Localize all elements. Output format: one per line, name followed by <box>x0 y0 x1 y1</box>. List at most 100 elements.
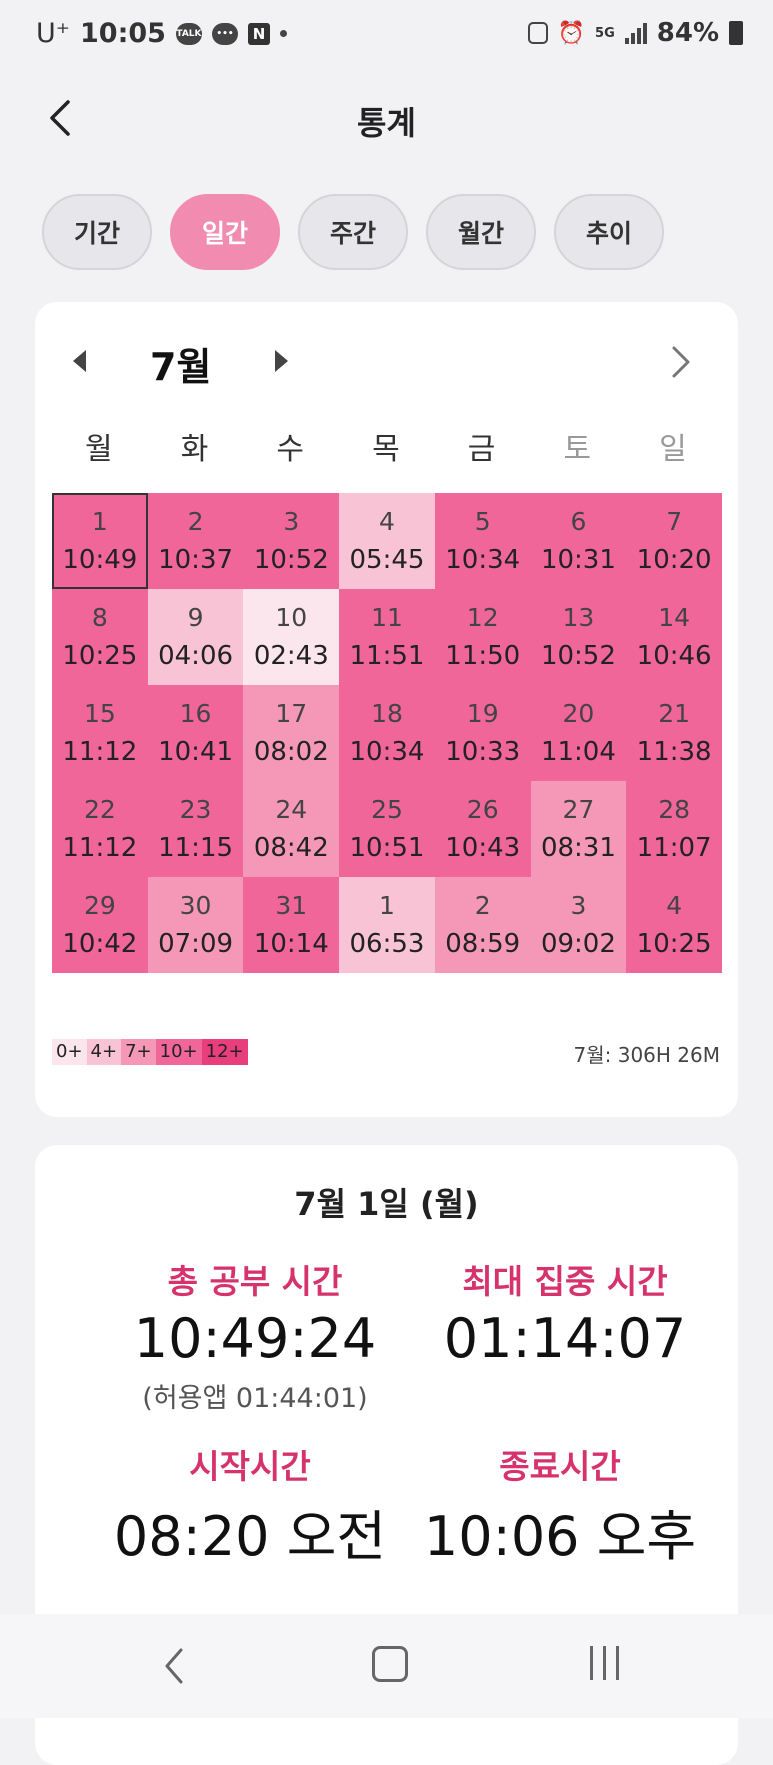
calendar-day-cell[interactable]: 1 10:49 <box>52 493 148 589</box>
day-study-time: 11:12 <box>62 737 138 767</box>
day-number: 24 <box>275 795 308 824</box>
calendar-day-cell[interactable]: 8 10:25 <box>52 589 148 685</box>
calendar-day-cell[interactable]: 20 11:04 <box>530 685 627 781</box>
end-time-label: 종료시간 <box>499 1447 621 1486</box>
calendar-day-cell[interactable]: 25 10:51 <box>339 781 435 877</box>
day-study-time: 10:42 <box>62 929 138 959</box>
weekday-sat: 토 <box>563 432 592 467</box>
calendar-day-cell[interactable]: 1 06:53 <box>339 877 435 973</box>
calendar-day-cell[interactable]: 4 10:25 <box>626 877 722 973</box>
tab-daily[interactable]: 일간 <box>170 194 280 270</box>
day-number: 25 <box>371 795 403 824</box>
start-time-value: 08:20 오전 <box>113 1505 387 1568</box>
day-number: 15 <box>83 699 116 728</box>
day-number: 14 <box>658 603 691 632</box>
calendar-day-cell[interactable]: 5 10:34 <box>434 493 531 589</box>
calendar-day-cell[interactable]: 7 10:20 <box>626 493 722 589</box>
day-study-time: 06:53 <box>349 929 425 959</box>
day-number: 7 <box>666 507 683 536</box>
calendar-day-cell[interactable]: 26 10:43 <box>434 781 531 877</box>
status-right: ⏰ 5G 84% <box>527 18 743 48</box>
nav-home-icon[interactable] <box>372 1646 408 1682</box>
legend-item: 4+ <box>86 1039 122 1065</box>
calendar-day-cell[interactable]: 2 08:59 <box>434 877 531 973</box>
weekday-sun: 일 <box>659 432 687 467</box>
day-study-time: 02:43 <box>253 641 329 671</box>
calendar-day-cell[interactable]: 2 10:37 <box>147 493 244 589</box>
alarm-icon: ⏰ <box>557 20 586 46</box>
battery-icon <box>729 21 743 45</box>
calendar-day-cell[interactable]: 17 08:02 <box>243 685 340 781</box>
day-study-time: 11:12 <box>62 833 138 863</box>
day-study-time: 04:06 <box>158 641 234 671</box>
total-study-stat: 총 공부 시간 10:49:24 (허용앱 01:44:01) <box>95 1255 415 1415</box>
calendar-day-cell[interactable]: 30 07:09 <box>147 877 244 973</box>
chevron-right-icon[interactable] <box>662 342 698 382</box>
calendar-day-cell[interactable]: 24 08:42 <box>243 781 340 877</box>
signal-icon <box>624 22 647 44</box>
prev-month-icon[interactable] <box>73 350 86 372</box>
page-title: 통계 <box>357 104 416 142</box>
max-focus-stat: 최대 집중 시간 01:14:07 <box>410 1255 720 1370</box>
calendar-day-cell[interactable]: 19 10:33 <box>434 685 531 781</box>
end-time-stat: 종료시간 10:06 오후 <box>405 1440 715 1571</box>
day-study-time: 11:15 <box>158 833 234 863</box>
end-time-value: 10:06 오후 <box>423 1505 697 1568</box>
day-study-time: 05:45 <box>349 545 425 575</box>
calendar-day-cell[interactable]: 3 10:52 <box>243 493 340 589</box>
month-navigator: 7월 <box>35 332 738 392</box>
calendar-day-cell[interactable]: 4 05:45 <box>339 493 435 589</box>
day-number: 17 <box>275 699 308 728</box>
calendar-day-cell[interactable]: 29 10:42 <box>52 877 148 973</box>
calendar-day-cell[interactable]: 15 11:12 <box>52 685 148 781</box>
day-number: 3 <box>283 507 300 536</box>
carrier-label: U⁺ <box>36 18 71 49</box>
calendar-day-cell[interactable]: 14 10:46 <box>626 589 722 685</box>
day-study-time: 10:14 <box>253 929 329 959</box>
calendar-day-cell[interactable]: 16 10:41 <box>147 685 244 781</box>
weekday-tue: 화 <box>180 432 209 467</box>
chat-bubble-icon: ••• <box>211 22 238 45</box>
start-time-label: 시작시간 <box>189 1447 311 1486</box>
calendar-day-cell[interactable]: 13 10:52 <box>530 589 627 685</box>
calendar-day-cell[interactable]: 21 11:38 <box>626 685 722 781</box>
calendar-day-cell[interactable]: 28 11:07 <box>626 781 722 877</box>
system-nav-bar <box>0 1614 773 1718</box>
day-number: 9 <box>187 603 204 632</box>
tab-trend[interactable]: 추이 <box>554 194 664 270</box>
legend-item: 12+ <box>201 1039 248 1065</box>
next-month-icon[interactable] <box>275 350 288 372</box>
battery-percent: 84% <box>656 18 719 48</box>
nav-back-icon[interactable] <box>155 1644 195 1688</box>
tab-weekly[interactable]: 주간 <box>298 194 408 270</box>
day-study-time: 08:59 <box>445 929 521 959</box>
calendar-day-cell[interactable]: 23 11:15 <box>147 781 244 877</box>
day-study-time: 10:25 <box>62 641 138 671</box>
day-number: 2 <box>474 891 491 920</box>
day-study-time: 11:38 <box>636 737 712 767</box>
calendar-day-cell[interactable]: 11 11:51 <box>339 589 435 685</box>
calendar-day-cell[interactable]: 12 11:50 <box>434 589 531 685</box>
day-study-time: 11:51 <box>349 641 425 671</box>
calendar-day-cell[interactable]: 22 11:12 <box>52 781 148 877</box>
day-study-time: 10:33 <box>445 737 521 767</box>
calendar-day-cell[interactable]: 6 10:31 <box>530 493 627 589</box>
calendar-day-cell[interactable]: 3 09:02 <box>530 877 627 973</box>
day-number: 27 <box>562 795 595 824</box>
day-number: 8 <box>91 603 108 632</box>
calendar-day-cell[interactable]: 9 04:06 <box>147 589 244 685</box>
day-study-time: 11:50 <box>445 641 521 671</box>
calendar-day-cell[interactable]: 31 10:14 <box>243 877 340 973</box>
calendar-day-cell[interactable]: 27 08:31 <box>530 781 627 877</box>
day-study-time: 07:09 <box>158 929 234 959</box>
nav-recents-icon[interactable] <box>590 1646 619 1680</box>
tab-period[interactable]: 기간 <box>42 194 152 270</box>
day-study-time: 10:37 <box>158 545 234 575</box>
tab-monthly[interactable]: 월간 <box>426 194 536 270</box>
period-tabs: 기간 일간 주간 월간 추이 <box>42 194 664 270</box>
calendar-day-cell[interactable]: 18 10:34 <box>339 685 435 781</box>
day-number: 4 <box>666 891 683 920</box>
day-study-time: 08:31 <box>540 833 616 863</box>
calendar-day-cell[interactable]: 10 02:43 <box>243 589 340 685</box>
day-number: 1 <box>379 891 395 920</box>
